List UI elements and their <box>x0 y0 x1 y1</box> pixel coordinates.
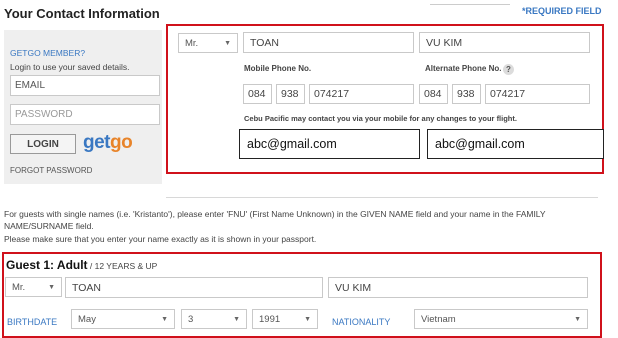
mobile-number-field[interactable]: 074217 <box>309 84 414 104</box>
mobile-area-code-field[interactable]: 938 <box>276 84 305 104</box>
alternate-number-field[interactable]: 074217 <box>485 84 590 104</box>
email-login-placeholder: EMAIL <box>15 80 46 91</box>
contact-last-name-field[interactable]: VU KIM <box>419 32 590 53</box>
confirm-email-field[interactable]: abc@gmail.com <box>427 129 604 159</box>
mobile-area-code: 938 <box>281 88 299 100</box>
guest-title-value: Mr. <box>12 281 26 293</box>
section-divider <box>166 197 598 198</box>
chevron-down-icon: ▼ <box>304 315 311 323</box>
nationality-label: NATIONALITY <box>332 317 391 327</box>
contact-first-name-value: TOAN <box>250 36 279 49</box>
guest-last-name-value: VU KIM <box>335 281 372 294</box>
passport-name-note: Please make sure that you enter your nam… <box>4 234 317 244</box>
contact-title-select[interactable]: Mr. ▼ <box>178 33 238 53</box>
contact-first-name-field[interactable]: TOAN <box>243 32 414 53</box>
guest-last-name-field[interactable]: VU KIM <box>328 277 588 298</box>
mobile-country-code-field[interactable]: 084 <box>243 84 272 104</box>
mobile-phone-label: Mobile Phone No. <box>244 64 312 73</box>
guest-first-name-value: TOAN <box>72 281 101 294</box>
birth-day-select[interactable]: 3 ▼ <box>181 309 247 329</box>
birth-day-value: 3 <box>188 313 194 325</box>
single-name-note-cont: NAME/SURNAME field. <box>4 221 94 231</box>
logo-part-get: get <box>83 132 111 153</box>
chevron-down-icon: ▼ <box>161 315 168 323</box>
info-icon[interactable]: ? <box>503 64 514 75</box>
contact-title-value: Mr. <box>185 37 199 49</box>
member-label[interactable]: GETGO MEMBER? <box>10 48 85 58</box>
birth-year-value: 1991 <box>259 313 281 325</box>
birth-month-select[interactable]: May ▼ <box>71 309 175 329</box>
contact-last-name-value: VU KIM <box>426 36 463 49</box>
login-button[interactable]: LOGIN <box>10 134 76 154</box>
chevron-down-icon: ▼ <box>233 315 240 323</box>
required-field-note: *REQUIRED FIELD <box>522 6 602 16</box>
mobile-country-code: 084 <box>248 88 266 100</box>
nationality-select[interactable]: Vietnam ▼ <box>414 309 588 329</box>
nationality-value: Vietnam <box>421 313 456 325</box>
chevron-down-icon: ▼ <box>574 315 581 323</box>
birth-year-select[interactable]: 1991 ▼ <box>252 309 318 329</box>
guest-heading-text: Guest 1: Adult <box>6 258 88 272</box>
single-name-note: For guests with single names (i.e. 'Kris… <box>4 209 546 219</box>
getgo-logo: getgo <box>83 132 133 154</box>
birthdate-label: BIRTHDATE <box>7 317 58 327</box>
email-value: abc@gmail.com <box>247 137 337 151</box>
contact-notice: Cebu Pacific may contact you via your mo… <box>244 114 517 123</box>
chevron-down-icon: ▼ <box>48 283 55 291</box>
alternate-country-code: 084 <box>424 88 442 100</box>
password-login-field[interactable]: PASSWORD <box>10 104 160 125</box>
alternate-country-code-field[interactable]: 084 <box>419 84 448 104</box>
guest-heading: Guest 1: Adult / 12 YEARS & UP <box>6 258 157 272</box>
email-login-field[interactable]: EMAIL <box>10 75 160 96</box>
alternate-phone-label: Alternate Phone No. <box>425 64 502 73</box>
guest-first-name-field[interactable]: TOAN <box>65 277 323 298</box>
guest-age-note: / 12 YEARS & UP <box>87 261 158 271</box>
alternate-area-code: 938 <box>457 88 475 100</box>
mobile-number: 074217 <box>314 88 350 100</box>
chevron-down-icon: ▼ <box>224 39 231 47</box>
guest-title-select[interactable]: Mr. ▼ <box>5 277 62 297</box>
alternate-area-code-field[interactable]: 938 <box>452 84 481 104</box>
forgot-password-link[interactable]: FORGOT PASSWORD <box>10 166 92 175</box>
login-hint: Login to use your saved details. <box>10 62 130 72</box>
alternate-number: 074217 <box>490 88 526 100</box>
birth-month-value: May <box>78 313 96 325</box>
logo-part-go: go <box>110 132 133 153</box>
confirm-email-value: abc@gmail.com <box>435 137 525 151</box>
email-field[interactable]: abc@gmail.com <box>239 129 420 159</box>
section-title: Your Contact Information <box>4 6 160 21</box>
password-login-placeholder: PASSWORD <box>15 109 73 120</box>
top-divider <box>430 0 510 5</box>
